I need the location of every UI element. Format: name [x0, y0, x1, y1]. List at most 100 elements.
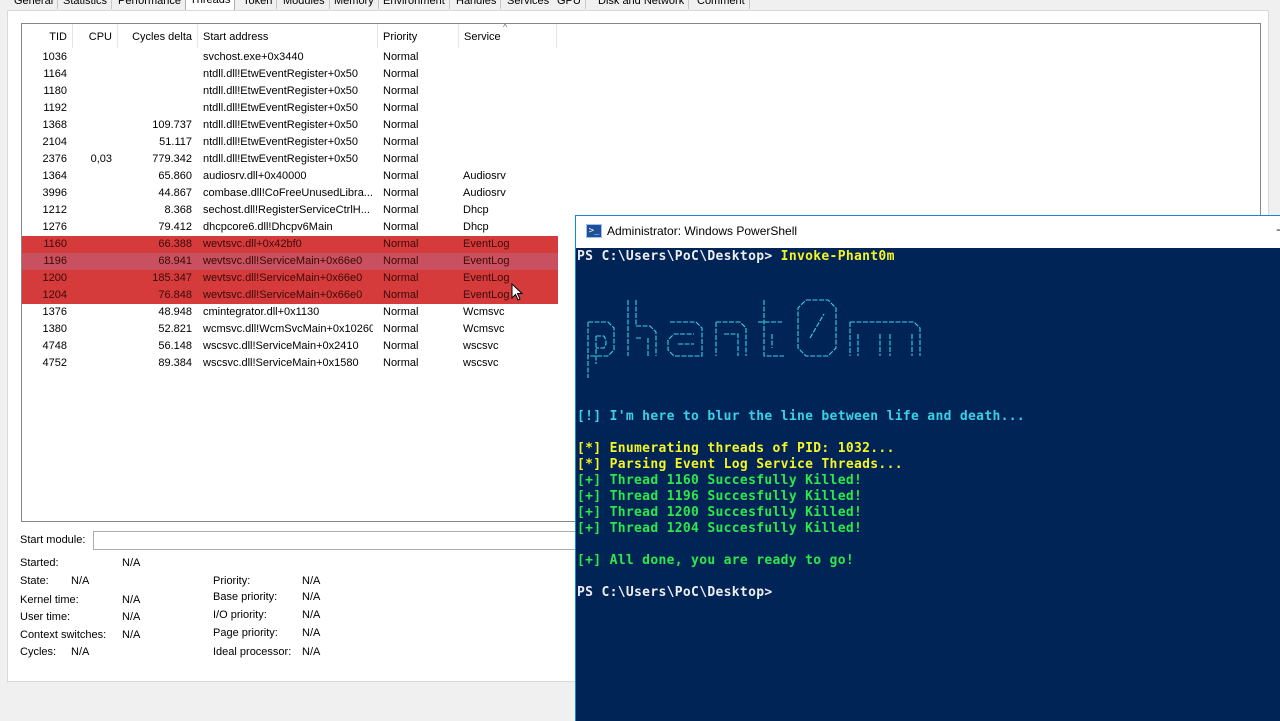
thread-cell-cpu [74, 202, 112, 219]
thread-cell-address: ntdll.dll!EtwEventRegister+0x50 [203, 102, 358, 114]
tab-performance[interactable]: Performance [114, 0, 186, 9]
tab-token[interactable]: Token [239, 0, 278, 9]
started-value: N/A [122, 557, 141, 569]
state-label: State: [20, 575, 49, 587]
thread-row[interactable]: 1368 109.737 ntdll.dll!EtwEventRegister+0x… [22, 117, 558, 134]
thread-cell-cpu [74, 134, 112, 151]
thread-row[interactable]: 1164 ntdll.dll!EtwEventRegister+0x50 Norma… [22, 66, 558, 83]
phant0m-ascii-banner [587, 299, 921, 378]
thread-cell-service [463, 117, 553, 134]
tab-disk-and-network[interactable]: Disk and Network [594, 0, 690, 9]
started-label: Started: [20, 557, 59, 569]
thread-cell-cpu [74, 83, 112, 100]
thread-row[interactable]: 4752 89.384 wscsvc.dll!ServiceMain+0x1580 N… [22, 355, 558, 372]
tab-comment[interactable]: Comment [693, 0, 750, 9]
thread-cell-cycles [118, 83, 192, 100]
thread-cell-priority: Normal [383, 187, 419, 199]
thread-row[interactable]: 1276 79.412 dhcpcore6.dll!Dhcpv6Main Normal… [22, 219, 558, 236]
thread-cell-service: EventLog [463, 272, 510, 284]
thread-cell-address: wevtsvc.dll!ServiceMain+0x66e0 [203, 272, 363, 284]
console-blur-line: [!] I'm here to blur the line between li… [577, 409, 1026, 424]
tab-handles[interactable]: Handles [452, 0, 502, 9]
thread-cell-cycles: 185.347 [152, 272, 192, 284]
thread-cell-cycles: 66.388 [158, 238, 192, 250]
thread-cell-service: Dhcp [463, 204, 489, 216]
console-done-line: [+] All done, you are ready to go! [577, 553, 854, 568]
thread-cell-cycles: 79.412 [158, 221, 192, 233]
thread-row[interactable]: 1196 68.941 wevtsvc.dll!ServiceMain+0x66e0… [22, 253, 558, 270]
powershell-icon: >_ [586, 224, 602, 238]
thread-cell-tid: 4752 [42, 357, 67, 369]
tab-memory[interactable]: Memory [330, 0, 379, 9]
thread-row[interactable]: 1036 svchost.exe+0x3440 Normal [22, 49, 558, 66]
column-header-priority[interactable]: Priority [378, 24, 459, 48]
thread-row[interactable]: 1212 8.368 sechost.dll!RegisterServiceCtrl… [22, 202, 558, 219]
thread-cell-service [463, 134, 553, 151]
minimize-button[interactable]: − [1276, 223, 1280, 237]
thread-cell-priority: Normal [383, 102, 419, 114]
thread-cell-cycles: 109.737 [152, 119, 192, 131]
tab-statistics[interactable]: Statistics [59, 0, 113, 9]
powershell-titlebar[interactable]: >_ Administrator: Windows PowerShell − [576, 216, 1280, 248]
tab-environment[interactable]: Environment [379, 0, 450, 9]
thread-cell-cpu [74, 304, 112, 321]
thread-row[interactable]: 4748 56.148 wscsvc.dll!ServiceMain+0x2410 N… [22, 338, 558, 355]
thread-row[interactable]: 1180 ntdll.dll!EtwEventRegister+0x50 Norma… [22, 83, 558, 100]
thread-cell-service [463, 100, 553, 117]
thread-row[interactable]: 3996 44.867 combase.dll!CoFreeUnusedLibra.… [22, 185, 558, 202]
thread-cell-cpu [74, 287, 112, 304]
thread-cell-cpu [74, 168, 112, 185]
powershell-title: Administrator: Windows PowerShell [607, 224, 798, 238]
sort-up-icon: ^ [503, 23, 508, 32]
thread-cell-tid: 1180 [43, 85, 67, 97]
tab-general[interactable]: General [10, 0, 59, 9]
column-header-cycles-delta[interactable]: Cycles delta [118, 24, 198, 48]
column-header-tid[interactable]: TID [22, 24, 73, 48]
tab-modules[interactable]: Modules [279, 0, 330, 9]
thread-cell-cycles: 89.384 [158, 357, 192, 369]
start-module-field[interactable] [93, 531, 595, 550]
thread-cell-service [463, 49, 553, 66]
thread-cell-cpu [74, 321, 112, 338]
thread-row[interactable]: 2104 51.117 ntdll.dll!EtwEventRegister+0x5… [22, 134, 558, 151]
thread-cell-priority: Normal [383, 289, 419, 301]
thread-cell-service: Wcmsvc [463, 306, 505, 318]
thread-cell-cpu [74, 117, 112, 134]
thread-cell-cycles [118, 66, 192, 83]
thread-cell-address: ntdll.dll!EtwEventRegister+0x50 [203, 136, 358, 148]
thread-cell-tid: 1200 [42, 272, 67, 284]
thread-row[interactable]: 1380 52.821 wcmsvc.dll!WcmSvcMain+0x10260 N… [22, 321, 558, 338]
page-priority-label: Page priority: [213, 627, 278, 639]
thread-cell-cpu [74, 355, 112, 372]
kernel-time-label: Kernel time: [20, 594, 79, 606]
thread-cell-priority: Normal [383, 306, 419, 318]
thread-row[interactable]: 1200 185.347 wevtsvc.dll!ServiceMain+0x66e… [22, 270, 558, 287]
thread-row[interactable]: 1160 66.388 wevtsvc.dll+0x42bf0 Normal Event… [22, 236, 558, 253]
thread-cell-cpu [74, 253, 112, 270]
thread-cell-cpu [74, 185, 112, 202]
console-kill-line: [+] Thread 1200 Succesfully Killed! [577, 505, 863, 520]
thread-cell-tid: 2104 [42, 136, 67, 148]
thread-row[interactable]: 1376 48.948 cmintegrator.dll+0x1130 Normal W… [22, 304, 558, 321]
thread-cell-priority: Normal [383, 170, 419, 182]
thread-cell-cycles: 48.948 [158, 306, 192, 318]
context-switches-value: N/A [122, 629, 141, 641]
priority-value: N/A [302, 575, 321, 587]
column-header-service[interactable]: Service [459, 24, 557, 48]
column-header-cpu[interactable]: CPU [73, 24, 118, 48]
console-command: Invoke-Phant0m [780, 249, 895, 264]
powershell-console[interactable]: PS C:\Users\PoC\Desktop> Invoke-Phant0m [576, 248, 1280, 721]
thread-row[interactable]: 1364 65.860 audiosrv.dll+0x40000 Normal Audi… [22, 168, 558, 185]
thread-cell-priority: Normal [383, 85, 419, 97]
thread-row[interactable]: 1192 ntdll.dll!EtwEventRegister+0x50 Norma… [22, 100, 558, 117]
powershell-window[interactable]: >_ Administrator: Windows PowerShell − P… [575, 215, 1280, 721]
thread-cell-tid: 1160 [43, 238, 67, 250]
state-value: N/A [71, 575, 90, 587]
tab-services[interactable]: Services [503, 0, 555, 9]
thread-row[interactable]: 1204 76.848 wevtsvc.dll!ServiceMain+0x66e0… [22, 287, 558, 304]
thread-row[interactable]: 2376 0,03 779.342 ntdll.dll!EtwEventRegiste… [22, 151, 558, 168]
column-header-start-address[interactable]: Start address [198, 24, 378, 48]
thread-cell-service: EventLog [463, 255, 510, 267]
thread-cell-cpu [74, 338, 112, 355]
tab-gpu[interactable]: GPU [553, 0, 586, 9]
